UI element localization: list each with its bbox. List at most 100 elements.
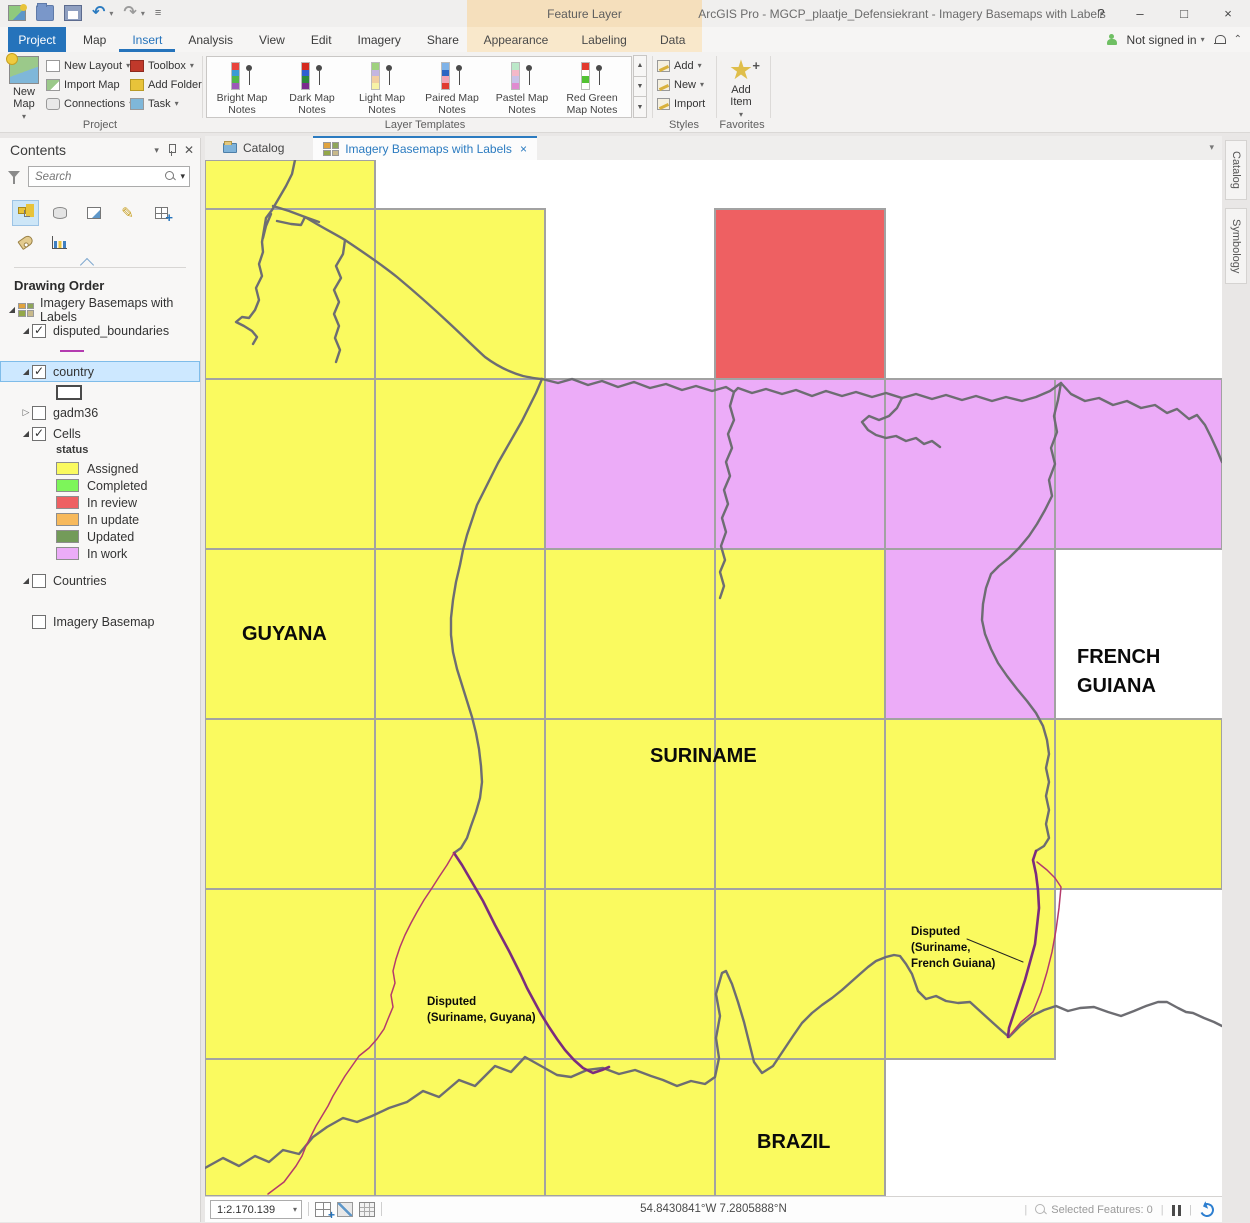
list-by-labeling-button[interactable] (12, 229, 39, 255)
import-map-button[interactable]: Import Map (46, 77, 133, 92)
light-map-notes-button[interactable]: Light Map Notes (347, 57, 417, 117)
line-symbol[interactable] (60, 350, 84, 353)
grid-cell-assigned[interactable] (715, 549, 885, 719)
ribbon-tab-insert[interactable]: Insert (119, 27, 175, 52)
layer-row-disputed_boundaries[interactable]: ◢disputed_boundaries (0, 320, 200, 341)
list-by-drawing-order-button[interactable] (12, 200, 39, 226)
search-dropdown-icon[interactable]: ▾ (180, 171, 185, 182)
view-tab-imagery-basemaps-with-labels[interactable]: Imagery Basemaps with Labels× (313, 136, 537, 160)
pastel-map-notes-button[interactable]: Pastel Map Notes (487, 57, 557, 117)
legend-swatch[interactable] (56, 462, 79, 475)
gallery-scroll-down-icon[interactable]: ▼ (633, 76, 647, 98)
list-by-snapping-button[interactable] (148, 200, 175, 226)
layer-visibility-checkbox[interactable] (32, 365, 46, 379)
expander-icon[interactable]: ◢ (6, 305, 18, 314)
sign-in-dropdown-icon[interactable]: ▾ (1201, 35, 1205, 44)
tab-project[interactable]: Project (8, 27, 66, 52)
grid-cell-in-work[interactable] (715, 379, 885, 549)
ribbon-tab-share[interactable]: Share (414, 27, 472, 52)
connections-button[interactable]: Connections▾ (46, 96, 133, 111)
legend-swatch[interactable] (56, 547, 79, 560)
grid-cell-assigned[interactable] (545, 549, 715, 719)
grid-cell-assigned[interactable] (205, 1059, 375, 1196)
ribbon-tab-imagery[interactable]: Imagery (345, 27, 414, 52)
styles-new-button[interactable]: New▾ (657, 77, 705, 92)
legend-swatch[interactable] (56, 513, 79, 526)
selected-features-status[interactable]: Selected Features: 0 (1035, 1204, 1153, 1216)
panel-close-icon[interactable]: ✕ (184, 143, 194, 157)
dark-map-notes-button[interactable]: Dark Map Notes (277, 57, 347, 117)
grid-cell-assigned[interactable] (205, 379, 375, 549)
customize-qat-icon[interactable]: ≡ (155, 7, 160, 19)
refresh-map-icon[interactable] (1198, 1201, 1216, 1219)
layer-visibility-checkbox[interactable] (32, 574, 46, 588)
grid-cell-in-work[interactable] (885, 379, 1055, 549)
new-layout-button[interactable]: New Layout▾ (46, 58, 133, 73)
panel-pin-icon[interactable] (167, 144, 176, 156)
minimize-button[interactable]: – (1118, 0, 1162, 27)
layer-row-country[interactable]: ◢country (0, 361, 200, 382)
layer-visibility-checkbox[interactable] (32, 324, 46, 338)
expander-icon[interactable]: ◢ (20, 429, 32, 438)
toolbox-button[interactable]: Toolbox▾ (130, 58, 202, 73)
ribbon-tab-edit[interactable]: Edit (298, 27, 345, 52)
search-icon[interactable] (165, 171, 176, 182)
redo-dropdown-icon[interactable]: ▾ (141, 9, 145, 18)
layer-visibility-checkbox[interactable] (32, 406, 46, 420)
red-green-map-notes-button[interactable]: Red Green Map Notes (557, 57, 627, 117)
open-project-icon[interactable] (36, 5, 54, 21)
gallery-scroll-up-icon[interactable]: ▲ (633, 55, 647, 77)
layer-row-countries[interactable]: ◢Countries (0, 570, 200, 591)
gallery-expand-icon[interactable]: ▼ (633, 96, 647, 118)
bright-map-notes-button[interactable]: Bright Map Notes (207, 57, 277, 117)
map-canvas[interactable]: GUYANASURINAMEFRENCHGUIANABRAZILDisputed… (205, 160, 1222, 1196)
list-by-editing-button[interactable]: ✎ (114, 200, 141, 226)
grid-cell-assigned[interactable] (715, 1059, 885, 1196)
layer-visibility-checkbox[interactable] (32, 427, 46, 441)
grid-cell-assigned[interactable] (1055, 719, 1222, 889)
undo-dropdown-icon[interactable]: ▾ (109, 9, 113, 18)
grid-cell-in-work[interactable] (885, 549, 1055, 719)
legend-swatch[interactable] (56, 479, 79, 492)
layer-row-imagery-basemap[interactable]: Imagery Basemap (0, 611, 200, 632)
dock-tab-symbology[interactable]: Symbology (1225, 208, 1247, 284)
grid-cell-in-work[interactable] (545, 379, 715, 549)
grid-cell-in-work[interactable] (1055, 379, 1222, 549)
grid-cell-assigned[interactable] (885, 719, 1055, 889)
redo-icon[interactable]: ↷ (123, 5, 136, 21)
undo-icon[interactable]: ↶ (92, 5, 105, 21)
task-button[interactable]: Task▾ (130, 96, 202, 111)
grid-cell-assigned[interactable] (205, 160, 375, 209)
view-tab-catalog[interactable]: Catalog (213, 136, 294, 160)
list-by-selection-button[interactable] (80, 200, 107, 226)
layer-row-imagery-basemaps-with-labels[interactable]: ◢Imagery Basemaps with Labels (0, 299, 200, 320)
styles-import-button[interactable]: Import (657, 96, 705, 111)
expander-icon[interactable]: ◢ (20, 576, 32, 585)
grid-cell-assigned[interactable] (375, 379, 545, 549)
collapse-ribbon-icon[interactable]: ⌃ (1234, 34, 1242, 45)
layer-visibility-checkbox[interactable] (32, 615, 46, 629)
view-tabs-dropdown-icon[interactable]: ▾ (1209, 142, 1214, 153)
grid-cell-in-review[interactable] (715, 209, 885, 379)
grid-cell-assigned[interactable] (545, 889, 715, 1059)
close-view-tab-icon[interactable]: × (520, 142, 527, 156)
contextual-tab-data[interactable]: Data (647, 27, 698, 52)
add-item-button[interactable]: ★ Add Item▾ (720, 56, 762, 120)
panel-menu-icon[interactable]: ▾ (154, 145, 159, 156)
list-by-data-source-button[interactable] (46, 200, 73, 226)
save-project-icon[interactable] (64, 5, 82, 21)
new-map-button[interactable]: New Map▾ (6, 56, 42, 118)
layer-row-cells[interactable]: ◢Cells (0, 423, 200, 444)
add-folder-button[interactable]: Add Folder (130, 77, 202, 92)
expander-icon[interactable]: ◢ (20, 326, 32, 335)
expander-icon[interactable]: ◢ (20, 367, 32, 376)
grid-cell-assigned[interactable] (205, 889, 375, 1059)
contextual-tab-appearance[interactable]: Appearance (471, 27, 562, 52)
help-button[interactable]: ? (1084, 0, 1118, 27)
rect-symbol[interactable] (56, 385, 82, 400)
contents-search-box[interactable]: ▾ (28, 166, 190, 187)
legend-swatch[interactable] (56, 496, 79, 509)
grid-cell-assigned[interactable] (885, 889, 1055, 1059)
paired-map-notes-button[interactable]: Paired Map Notes (417, 57, 487, 117)
close-button[interactable]: × (1206, 0, 1250, 27)
